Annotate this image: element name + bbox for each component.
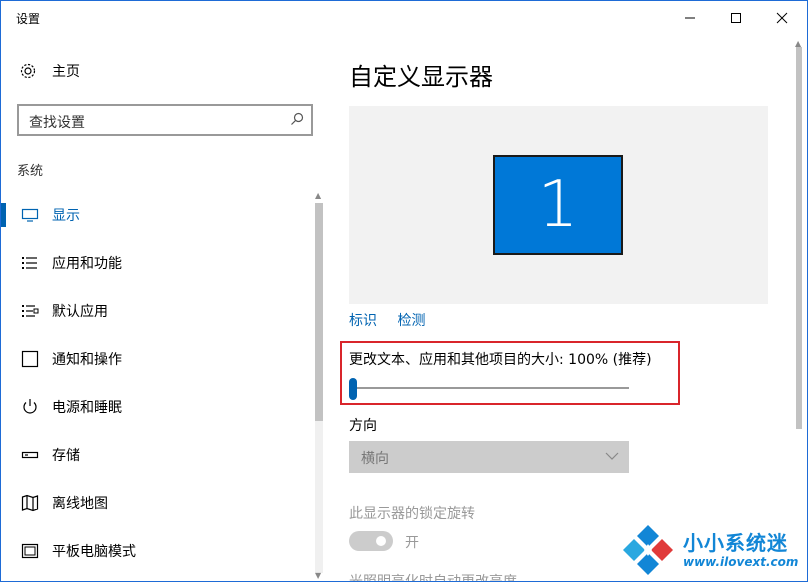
sidebar-item-display[interactable]: 显示 (1, 191, 313, 239)
scrollbar-thumb[interactable] (796, 47, 802, 429)
title-bar: 设置 (1, 1, 807, 35)
slider-track (349, 387, 629, 389)
power-icon (23, 399, 37, 414)
lock-rotation-label: 此显示器的锁定旋转 (349, 506, 475, 522)
main-scrollbar[interactable]: ▲ (793, 35, 805, 581)
sidebar-item-label: 电源和睡眠 (52, 400, 122, 416)
sidebar-item-label: 通知和操作 (52, 352, 122, 368)
slider-thumb[interactable] (349, 378, 357, 400)
scale-label: 更改文本、应用和其他项目的大小: 100% (推荐) (349, 352, 652, 368)
watermark-url: www.ilovext.com (683, 555, 799, 569)
scroll-up-icon[interactable]: ▲ (315, 191, 321, 200)
settings-window: 设置 主页 查找设置 系统 显示 应用和功能 默认应用 通知和操作 电源和睡眠 … (0, 0, 808, 582)
orientation-value: 横向 (361, 451, 389, 467)
monitor-icon (21, 208, 39, 222)
default-apps-icon (22, 305, 39, 317)
search-placeholder: 查找设置 (29, 115, 85, 131)
map-icon (21, 494, 39, 512)
monitor-number: 1 (537, 168, 579, 242)
minimize-icon (685, 17, 695, 19)
identify-link[interactable]: 标识 (349, 313, 377, 329)
auto-brightness-label: 光照明亮化时自动更改亮度 (349, 574, 517, 582)
sidebar-item-label: 显示 (52, 208, 80, 224)
main-panel: 自定义显示器 1 标识 检测 更改文本、应用和其他项目的大小: 100% (推荐… (331, 35, 807, 582)
brand-logo-icon (623, 525, 673, 575)
sidebar-scrollbar[interactable]: ▲ ▼ (313, 191, 325, 581)
sidebar-item-offline-maps[interactable]: 离线地图 (1, 479, 313, 527)
scrollbar-thumb[interactable] (315, 203, 323, 421)
scroll-down-icon[interactable]: ▼ (315, 571, 321, 580)
home-link[interactable]: 主页 (19, 61, 80, 81)
orientation-label: 方向 (349, 418, 377, 434)
sidebar: 主页 查找设置 系统 显示 应用和功能 默认应用 通知和操作 电源和睡眠 存储 … (1, 35, 331, 581)
window-title: 设置 (16, 12, 41, 26)
sidebar-item-power[interactable]: 电源和睡眠 (1, 383, 313, 431)
scale-slider[interactable] (349, 375, 629, 401)
minimize-button[interactable] (667, 1, 713, 35)
sidebar-item-label: 应用和功能 (52, 256, 122, 272)
watermark-brand: 小小系统迷 (683, 531, 788, 555)
sidebar-item-label: 默认应用 (52, 304, 108, 320)
sidebar-item-label: 离线地图 (52, 496, 108, 512)
chevron-down-icon (605, 452, 619, 460)
search-input[interactable]: 查找设置 (17, 104, 313, 136)
search-icon (291, 112, 304, 125)
sidebar-item-notifications[interactable]: 通知和操作 (1, 335, 313, 383)
monitor-layout-area: 1 (349, 106, 768, 304)
orientation-select[interactable]: 横向 (349, 441, 629, 473)
page-title: 自定义显示器 (349, 63, 493, 91)
section-label: 系统 (17, 164, 44, 179)
sidebar-item-tablet-mode[interactable]: 平板电脑模式 (1, 527, 313, 575)
home-label: 主页 (52, 64, 80, 80)
detect-link[interactable]: 检测 (397, 313, 425, 329)
watermark: 小小系统迷 www.ilovext.com (617, 521, 807, 581)
sidebar-item-default-apps[interactable]: 默认应用 (1, 287, 313, 335)
monitor-links: 标识 检测 (349, 310, 441, 330)
toggle-knob (376, 536, 386, 546)
close-icon (776, 12, 788, 24)
tablet-icon (21, 543, 39, 559)
monitor-tile[interactable]: 1 (493, 155, 623, 255)
sidebar-item-label: 存储 (52, 448, 80, 464)
gear-icon (19, 62, 37, 80)
storage-icon (21, 451, 39, 459)
lock-rotation-state: 开 (405, 535, 419, 551)
maximize-icon (731, 13, 741, 23)
sidebar-item-storage[interactable]: 存储 (1, 431, 313, 479)
sidebar-item-label: 平板电脑模式 (52, 544, 136, 560)
apps-list-icon (22, 257, 37, 269)
sidebar-item-apps[interactable]: 应用和功能 (1, 239, 313, 287)
notification-icon (21, 350, 39, 368)
active-indicator (1, 203, 6, 227)
close-button[interactable] (759, 1, 805, 35)
lock-rotation-toggle[interactable] (349, 531, 393, 551)
maximize-button[interactable] (713, 1, 759, 35)
